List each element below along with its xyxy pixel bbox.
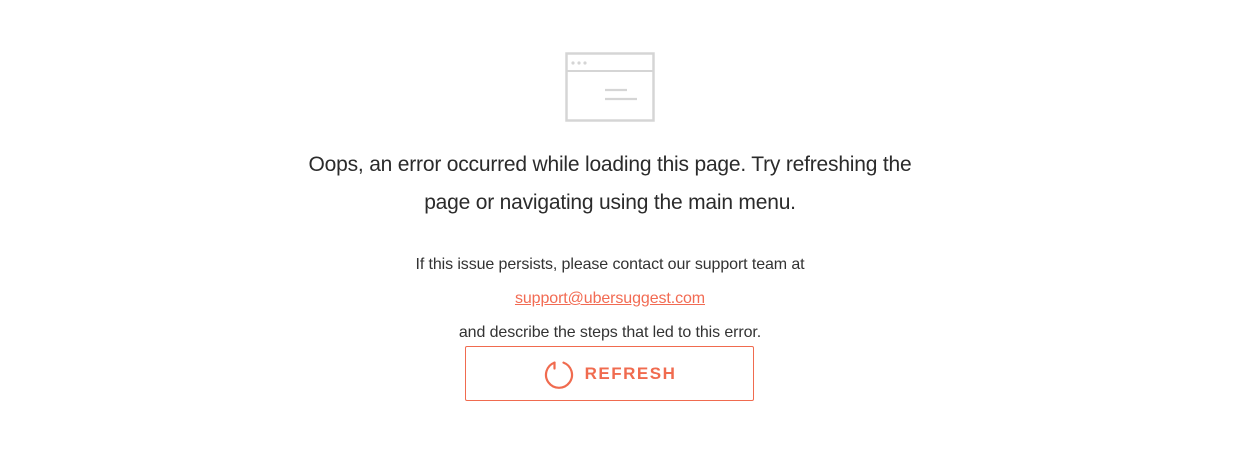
- refresh-button[interactable]: REFRESH: [465, 346, 754, 401]
- error-headline-line-2: page or navigating using the main menu.: [424, 191, 796, 214]
- support-message-line-2-text: and describe the steps that led to this …: [458, 324, 762, 341]
- support-message-line-2: support@ubersuggest.com and describe the…: [260, 282, 960, 350]
- support-message: If this issue persists, please contact o…: [260, 248, 960, 350]
- refresh-button-label: REFRESH: [584, 363, 677, 383]
- support-message-line-1: If this issue persists, please contact o…: [415, 256, 805, 273]
- refresh-icon: [544, 360, 573, 389]
- error-headline: Oops, an error occurred while loading th…: [260, 146, 960, 222]
- error-headline-line-1: Oops, an error occurred while loading th…: [308, 153, 912, 176]
- support-email-link[interactable]: support@ubersuggest.com: [515, 290, 705, 307]
- browser-window-icon: [565, 52, 655, 122]
- error-page: Oops, an error occurred while loading th…: [0, 0, 1248, 468]
